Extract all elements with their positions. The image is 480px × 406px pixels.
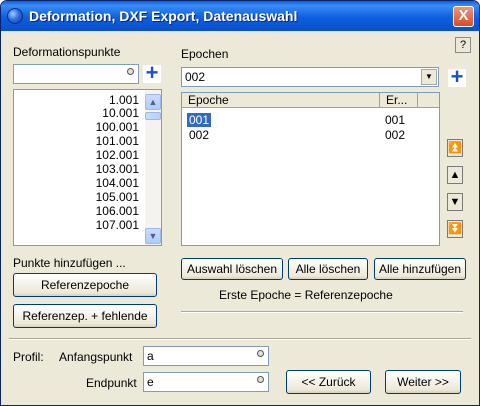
list-item[interactable]: 107.001 <box>96 219 139 232</box>
list-item[interactable]: 105.001 <box>96 191 139 204</box>
list-item[interactable]: 10.001 <box>102 107 139 120</box>
app-icon <box>7 8 23 24</box>
points-header: Deformationspunkte <box>13 45 121 59</box>
table-row[interactable]: 002 002 <box>182 128 439 142</box>
profile-label: Profil: <box>13 350 44 364</box>
points-scrollbar[interactable]: ▲ ▼ <box>145 90 161 245</box>
list-item[interactable]: 101.001 <box>96 135 139 148</box>
list-item[interactable]: 104.001 <box>96 177 139 190</box>
add-points-label: Punkte hinzufügen ... <box>13 256 126 270</box>
list-item[interactable]: 103.001 <box>96 163 139 176</box>
close-button[interactable]: X <box>453 6 474 27</box>
listview-header: Epoche Er... <box>182 93 439 108</box>
lookup-icon[interactable] <box>257 376 264 383</box>
list-item[interactable]: 102.001 <box>96 149 139 162</box>
title-bar[interactable]: Deformation, DXF Export, Datenauswahl X <box>1 1 479 31</box>
help-button[interactable]: ? <box>455 37 471 53</box>
list-item[interactable]: 106.001 <box>96 205 139 218</box>
back-button[interactable]: << Zurück <box>286 370 371 394</box>
ref-epoch-button[interactable]: Referenzepoche <box>13 273 157 297</box>
add-epoch-icon[interactable]: + <box>448 66 466 88</box>
divider <box>9 338 471 340</box>
move-down-icon[interactable]: ▼ <box>447 193 463 211</box>
lookup-icon[interactable] <box>127 68 134 75</box>
point-search-input[interactable] <box>13 64 139 84</box>
scroll-up-icon[interactable]: ▲ <box>145 94 161 110</box>
epochs-header: Epochen <box>181 47 229 61</box>
column-er[interactable]: Er... <box>380 93 418 108</box>
cell-epoche: 002 <box>189 128 210 142</box>
move-first-icon[interactable]: ⏫ <box>447 139 463 157</box>
scroll-thumb[interactable] <box>145 112 161 120</box>
scroll-down-icon[interactable]: ▼ <box>145 228 161 244</box>
move-last-icon[interactable]: ⏬ <box>447 220 463 238</box>
lookup-icon[interactable] <box>257 350 264 357</box>
next-button[interactable]: Weiter >> <box>385 370 461 394</box>
list-item[interactable]: 100.001 <box>96 121 139 134</box>
clear-all-button[interactable]: Alle löschen <box>288 258 368 280</box>
add-point-icon[interactable]: + <box>143 62 161 84</box>
end-point-input[interactable]: e <box>143 372 269 392</box>
end-point-label: Endpunkt <box>86 376 137 390</box>
cell-er: 001 <box>385 113 406 127</box>
dialog-window: Deformation, DXF Export, Datenauswahl X … <box>0 0 480 406</box>
cell-epoche: 001 <box>185 112 213 128</box>
epoch-combo[interactable]: 002 ▼ <box>181 67 439 87</box>
cell-er: 002 <box>385 128 406 142</box>
first-epoch-note: Erste Epoche = Referenzepoche <box>219 288 393 302</box>
start-point-input[interactable]: a <box>143 346 269 366</box>
ref-missing-button[interactable]: Referenzep. + fehlende <box>13 304 157 328</box>
table-row[interactable]: 001 001 <box>182 112 439 128</box>
points-list[interactable]: 1.001 10.001 100.001 101.001 102.001 103… <box>13 89 162 246</box>
window-title: Deformation, DXF Export, Datenauswahl <box>29 8 298 24</box>
chevron-down-icon[interactable]: ▼ <box>421 69 437 85</box>
column-epoche[interactable]: Epoche <box>182 93 380 108</box>
start-point-label: Anfangspunkt <box>59 350 133 364</box>
clear-selection-button[interactable]: Auswahl löschen <box>181 258 283 280</box>
epochs-listview[interactable]: Epoche Er... 001 001 002 002 <box>181 92 440 246</box>
add-all-button[interactable]: Alle hinzufügen <box>374 258 466 280</box>
move-up-icon[interactable]: ▲ <box>447 166 463 184</box>
divider <box>181 311 463 313</box>
